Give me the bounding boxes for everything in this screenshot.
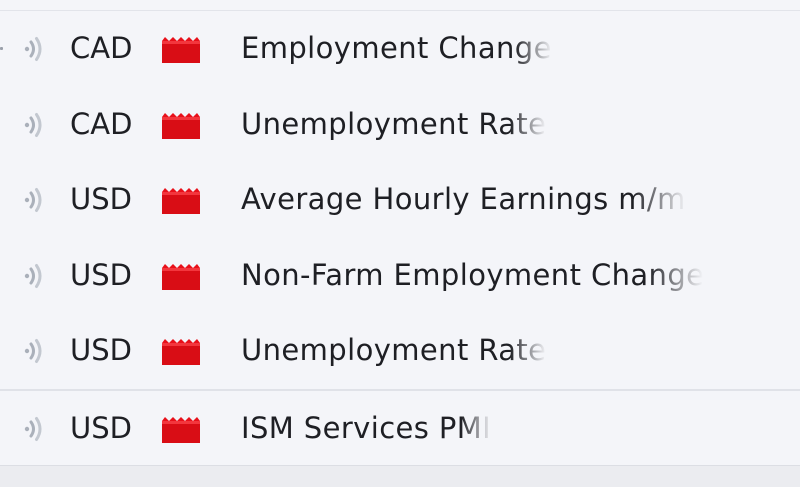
event-row[interactable]: USD Average Hourly Earnings m/m [0,162,800,238]
currency-label: CAD [70,31,133,65]
currency-label: USD [70,182,132,217]
event-name[interactable]: Unemployment Rate [241,333,546,367]
sound-alert-icon[interactable] [22,186,46,214]
event-name[interactable]: Unemployment Rate [241,107,546,141]
event-row[interactable]: USD Unemployment Rate [0,313,800,391]
event-name[interactable]: ISM Services PMI [241,411,491,445]
high-impact-folder-icon [162,37,200,63]
event-row[interactable]: USD Non-Farm Employment Change [0,238,800,314]
sound-alert-icon[interactable] [22,111,46,139]
currency-label: USD [70,257,132,292]
event-row[interactable]: CAD Unemployment Rate [0,87,800,163]
sound-alert-icon[interactable] [22,337,46,365]
high-impact-folder-icon [162,339,200,366]
high-impact-folder-icon [162,112,200,139]
high-impact-folder-icon [162,188,200,215]
event-row[interactable]: USD ISM Services PMI [0,391,800,467]
list-footer [0,465,800,487]
currency-label: USD [70,410,132,445]
high-impact-folder-icon [162,263,200,290]
high-impact-folder-icon [162,416,200,443]
economic-calendar-list: CAD Employment Change CAD Unemployment R… [0,11,800,467]
event-row[interactable]: CAD Employment Change [0,11,800,87]
event-name[interactable]: Average Hourly Earnings m/m [241,182,686,216]
row-marker [0,47,3,50]
currency-label: CAD [70,106,133,141]
sound-alert-icon[interactable] [22,35,46,63]
event-name[interactable]: Employment Change [241,31,552,65]
sound-alert-icon[interactable] [22,262,46,290]
currency-label: USD [70,333,132,368]
sound-alert-icon[interactable] [22,415,46,443]
event-name[interactable]: Non-Farm Employment Change [241,258,703,292]
